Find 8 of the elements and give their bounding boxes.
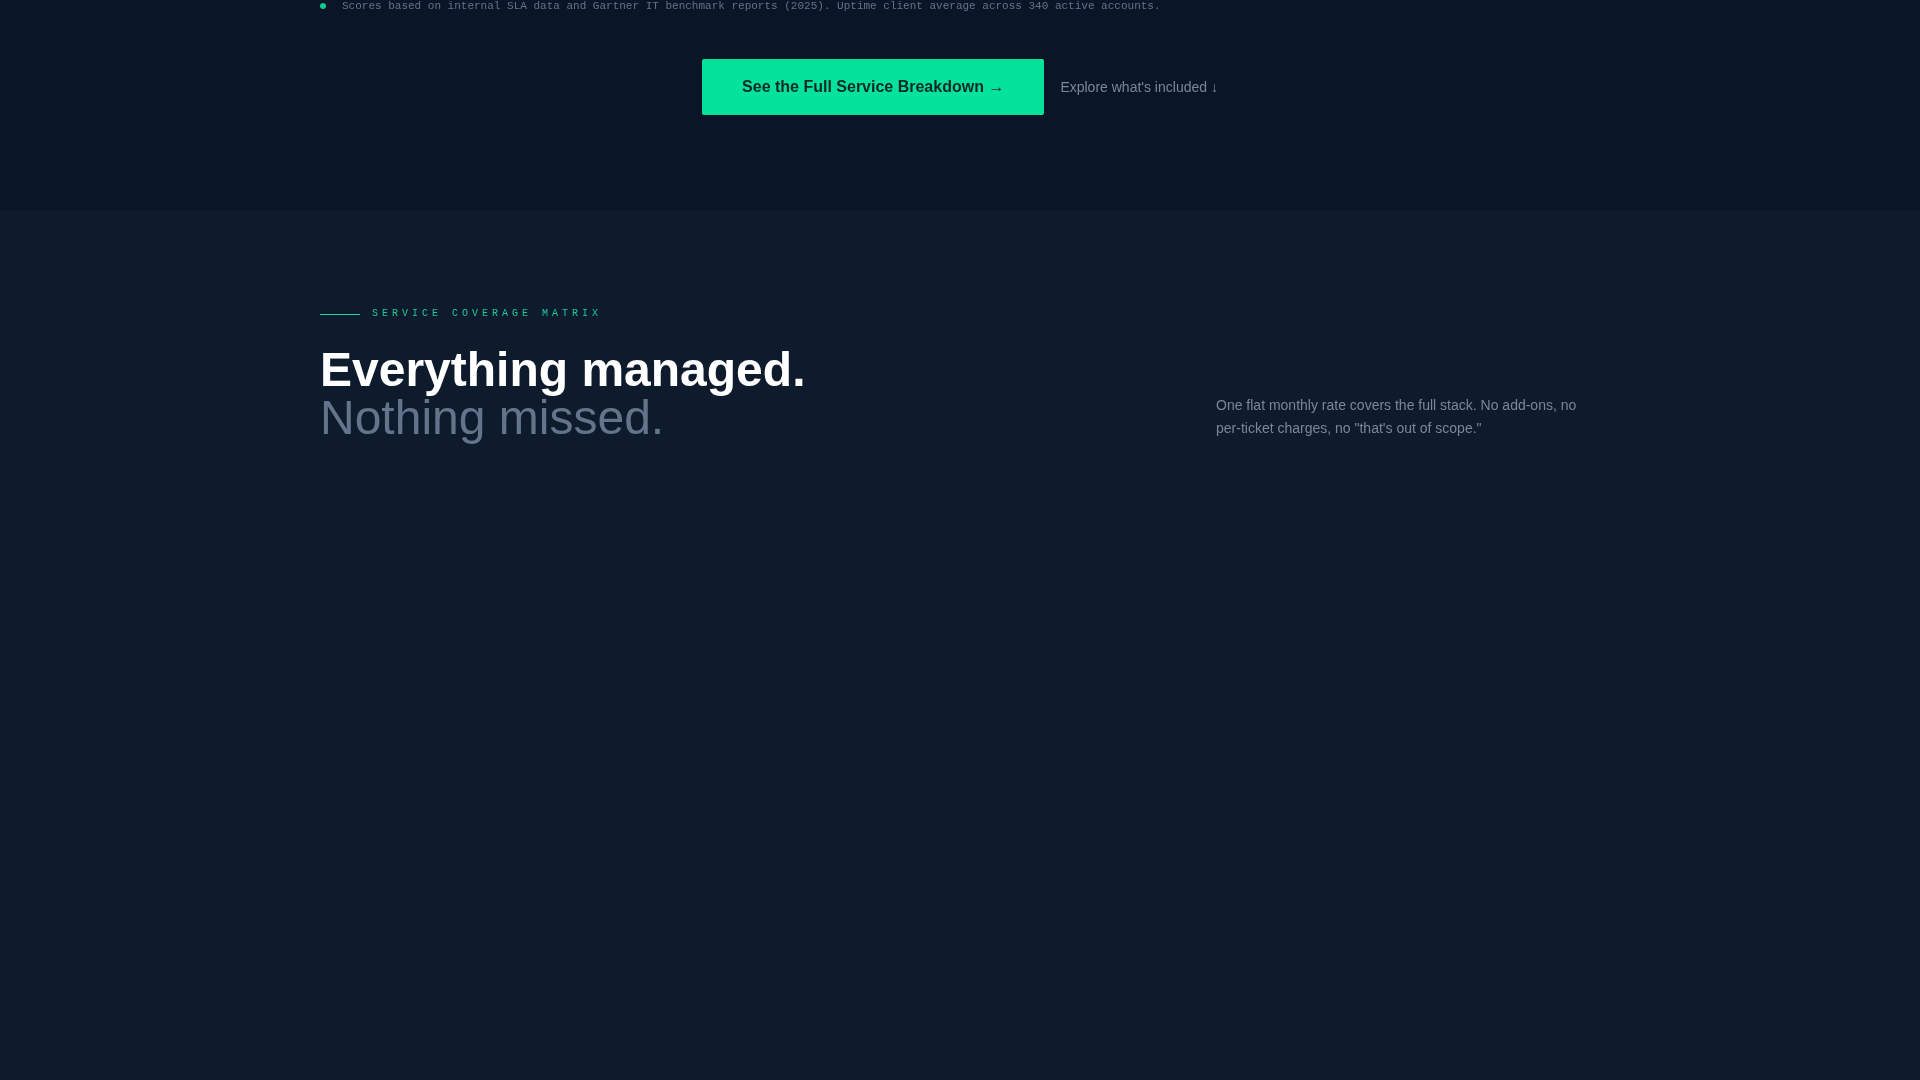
section-eyebrow: SERVICE COVERAGE MATRIX [372,308,603,320]
explore-link[interactable]: Explore what's included ↓ [1060,79,1218,95]
breakdown-button[interactable]: See the Full Service Breakdown → [702,59,1045,115]
heading-title: Everything managed. [320,346,806,394]
footnote-text: Scores based on internal SLA data and Gartner IT benchmark reports (2025). Uptime client average across 340 active accounts. [342,0,1161,12]
section-description: One flat monthly rate covers the full stack. No add-ons, no per-ticket charges, no "that's out of scope." [1216,396,1578,438]
dot-icon [320,3,326,9]
accent-rule [320,313,360,315]
